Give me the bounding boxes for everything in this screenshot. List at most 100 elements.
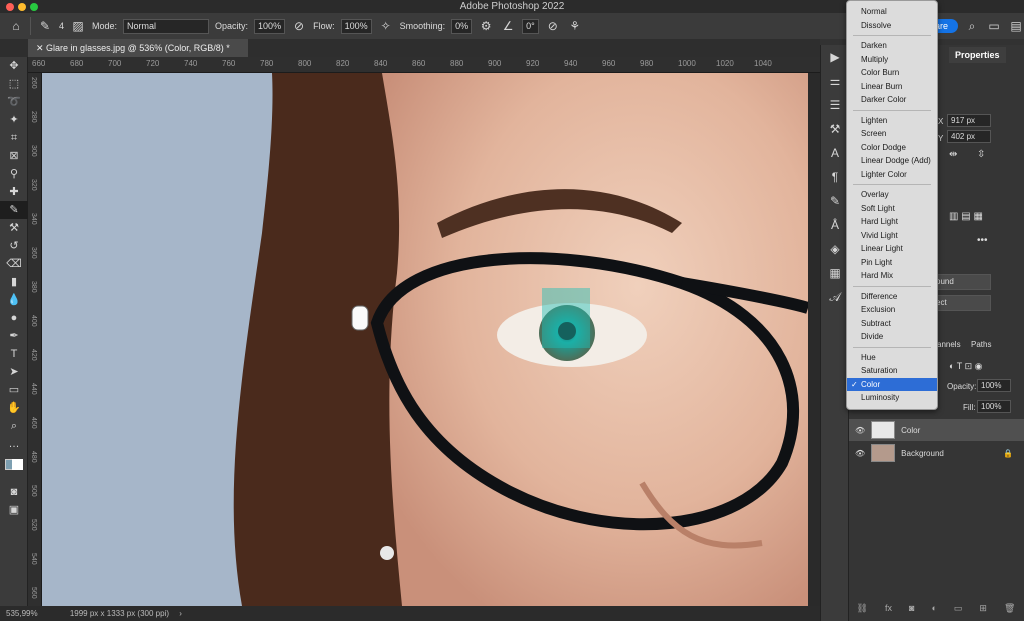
close-tab-icon[interactable]: ✕ xyxy=(36,43,46,53)
smoothing-field[interactable]: 0% xyxy=(451,18,473,34)
blend-mode-item[interactable]: Color Dodge xyxy=(847,141,937,155)
search-icon[interactable]: ⌕ xyxy=(964,18,980,34)
close-window-button[interactable] xyxy=(6,3,14,11)
chevron-right-icon[interactable]: › xyxy=(179,609,182,618)
brush-settings-icon[interactable]: ▨ xyxy=(70,18,86,34)
shape-tool-icon[interactable]: ▭ xyxy=(0,381,28,399)
layer-opacity-field[interactable]: 100% xyxy=(977,379,1011,392)
opacity-field[interactable]: 100% xyxy=(254,18,286,34)
magic-wand-icon[interactable]: ✦ xyxy=(0,111,28,129)
marquee-tool-icon[interactable]: ⬚ xyxy=(0,75,28,93)
blend-mode-item[interactable]: Lighten xyxy=(847,114,937,128)
blend-mode-item[interactable]: Multiply xyxy=(847,53,937,67)
trash-icon[interactable]: 🗑 xyxy=(1004,603,1015,621)
glyphs-icon[interactable]: Å xyxy=(821,213,849,237)
stamp-panel-icon[interactable]: ⚒ xyxy=(821,117,849,141)
mode-select[interactable]: Normal xyxy=(123,18,210,34)
blend-mode-item[interactable]: Subtract xyxy=(847,317,937,331)
mask-icon[interactable]: ◙ xyxy=(909,603,914,621)
zoom-window-button[interactable] xyxy=(30,3,38,11)
blend-mode-item[interactable]: Dissolve xyxy=(847,19,937,33)
sliders-icon[interactable]: ☰ xyxy=(821,93,849,117)
align-icons[interactable]: ▥ ▤ ▦ xyxy=(949,211,983,222)
layer-row-background[interactable]: 👁 Background 🔒 xyxy=(849,442,1024,464)
blend-mode-item[interactable]: Linear Dodge (Add) xyxy=(847,154,937,168)
frame-tool-icon[interactable]: ⊠ xyxy=(0,147,28,165)
symmetry-icon[interactable]: ⚘ xyxy=(567,18,583,34)
zoom-level[interactable]: 535,99% xyxy=(6,609,38,618)
crop-tool-icon[interactable]: ⌗ xyxy=(0,129,28,147)
brush-tool-icon[interactable]: ✎ xyxy=(0,201,28,219)
blend-mode-item[interactable]: Screen xyxy=(847,127,937,141)
arrange-icon[interactable]: ▤ xyxy=(1008,18,1024,34)
more-options-icon[interactable]: ••• xyxy=(977,235,988,246)
stamp-tool-icon[interactable]: ⚒ xyxy=(0,219,28,237)
eraser-icon[interactable]: ⌫ xyxy=(0,255,28,273)
eye-icon[interactable]: 👁 xyxy=(855,449,865,458)
angle-field[interactable]: 0° xyxy=(522,18,539,34)
more-tools-icon[interactable]: … xyxy=(0,435,28,453)
adjustment-layer-icon[interactable]: ◐ xyxy=(931,603,936,621)
blur-tool-icon[interactable]: 💧 xyxy=(0,291,28,309)
blend-mode-item[interactable]: Hard Mix xyxy=(847,269,937,283)
blend-mode-item[interactable]: Pin Light xyxy=(847,256,937,270)
play-icon[interactable]: ▶ xyxy=(821,45,849,69)
blend-mode-item[interactable]: Darker Color xyxy=(847,93,937,107)
flow-field[interactable]: 100% xyxy=(340,18,372,34)
blend-mode-item[interactable]: ✓ Color xyxy=(847,377,937,391)
document-canvas[interactable] xyxy=(42,73,808,606)
blend-mode-item[interactable]: Exclusion xyxy=(847,303,937,317)
minimize-window-button[interactable] xyxy=(18,3,26,11)
fx-icon[interactable]: fx xyxy=(885,603,892,621)
layer-fill-field[interactable]: 100% xyxy=(977,400,1011,413)
blend-mode-item[interactable]: Divide xyxy=(847,330,937,344)
blend-mode-item[interactable]: Luminosity xyxy=(847,391,937,405)
blend-mode-item[interactable]: Overlay xyxy=(847,188,937,202)
select-button[interactable]: ect xyxy=(931,295,991,311)
tab-properties[interactable]: Properties xyxy=(949,47,1006,63)
type-tool-icon[interactable]: T xyxy=(0,345,28,363)
pressure-size-icon[interactable]: ⊘ xyxy=(545,18,561,34)
blend-mode-item[interactable]: Hue xyxy=(847,351,937,365)
color-swatches-icon[interactable] xyxy=(0,453,28,483)
hand-tool-icon[interactable]: ✋ xyxy=(0,399,28,417)
paragraph-icon[interactable]: ¶ xyxy=(821,165,849,189)
gear-icon[interactable]: ⚙ xyxy=(478,18,494,34)
character-styles-icon[interactable]: 𝒜 xyxy=(821,285,849,309)
tab-channels[interactable]: annels xyxy=(937,340,961,349)
home-icon[interactable]: ⌂ xyxy=(8,18,24,34)
x-field[interactable]: 917 px xyxy=(947,114,991,127)
workspace-icon[interactable]: ▭ xyxy=(986,18,1002,34)
path-selection-icon[interactable]: ➤ xyxy=(0,363,28,381)
pen-tool-icon[interactable]: ✒ xyxy=(0,327,28,345)
blend-mode-item[interactable]: Soft Light xyxy=(847,202,937,216)
new-layer-icon[interactable]: ⊞ xyxy=(979,603,987,621)
flip-vertical-icon[interactable]: ⇳ xyxy=(977,149,985,160)
move-tool-icon[interactable]: ✥ xyxy=(0,57,28,75)
lasso-tool-icon[interactable]: ➰ xyxy=(0,93,28,111)
brush-size[interactable]: 4 xyxy=(59,21,64,31)
eye-icon[interactable]: 👁 xyxy=(855,426,865,435)
screen-mode-icon[interactable]: ▣ xyxy=(0,501,28,519)
zoom-tool-icon[interactable]: ⌕ xyxy=(0,417,28,435)
blend-mode-item[interactable]: Color Burn xyxy=(847,66,937,80)
folder-icon[interactable]: ▭ xyxy=(954,603,963,621)
table-icon[interactable]: ▦ xyxy=(821,261,849,285)
history-brush-icon[interactable]: ↺ xyxy=(0,237,28,255)
document-tab[interactable]: ✕ Glare in glasses.jpg @ 536% (Color, RG… xyxy=(28,39,248,57)
dodge-tool-icon[interactable]: ● xyxy=(0,309,28,327)
link-icon[interactable]: ⛓ xyxy=(857,603,868,621)
3d-cube-icon[interactable]: ◈ xyxy=(821,237,849,261)
brush-panel-icon[interactable]: ✎ xyxy=(821,189,849,213)
blend-mode-item[interactable]: Vivid Light xyxy=(847,229,937,243)
blend-mode-item[interactable]: Lighter Color xyxy=(847,168,937,182)
airbrush-icon[interactable]: ✧ xyxy=(378,18,394,34)
vertical-scrollbar[interactable] xyxy=(808,73,820,606)
eyedropper-icon[interactable]: ⚲ xyxy=(0,165,28,183)
adjustments-icon[interactable]: ⚌ xyxy=(821,69,849,93)
blend-mode-item[interactable]: Saturation xyxy=(847,364,937,378)
gradient-tool-icon[interactable]: ▮ xyxy=(0,273,28,291)
filter-icons[interactable]: ◐ T ⊡ ◉ xyxy=(949,361,983,372)
brush-tool-icon[interactable]: ✎ xyxy=(37,18,53,34)
blend-mode-item[interactable]: Linear Burn xyxy=(847,80,937,94)
